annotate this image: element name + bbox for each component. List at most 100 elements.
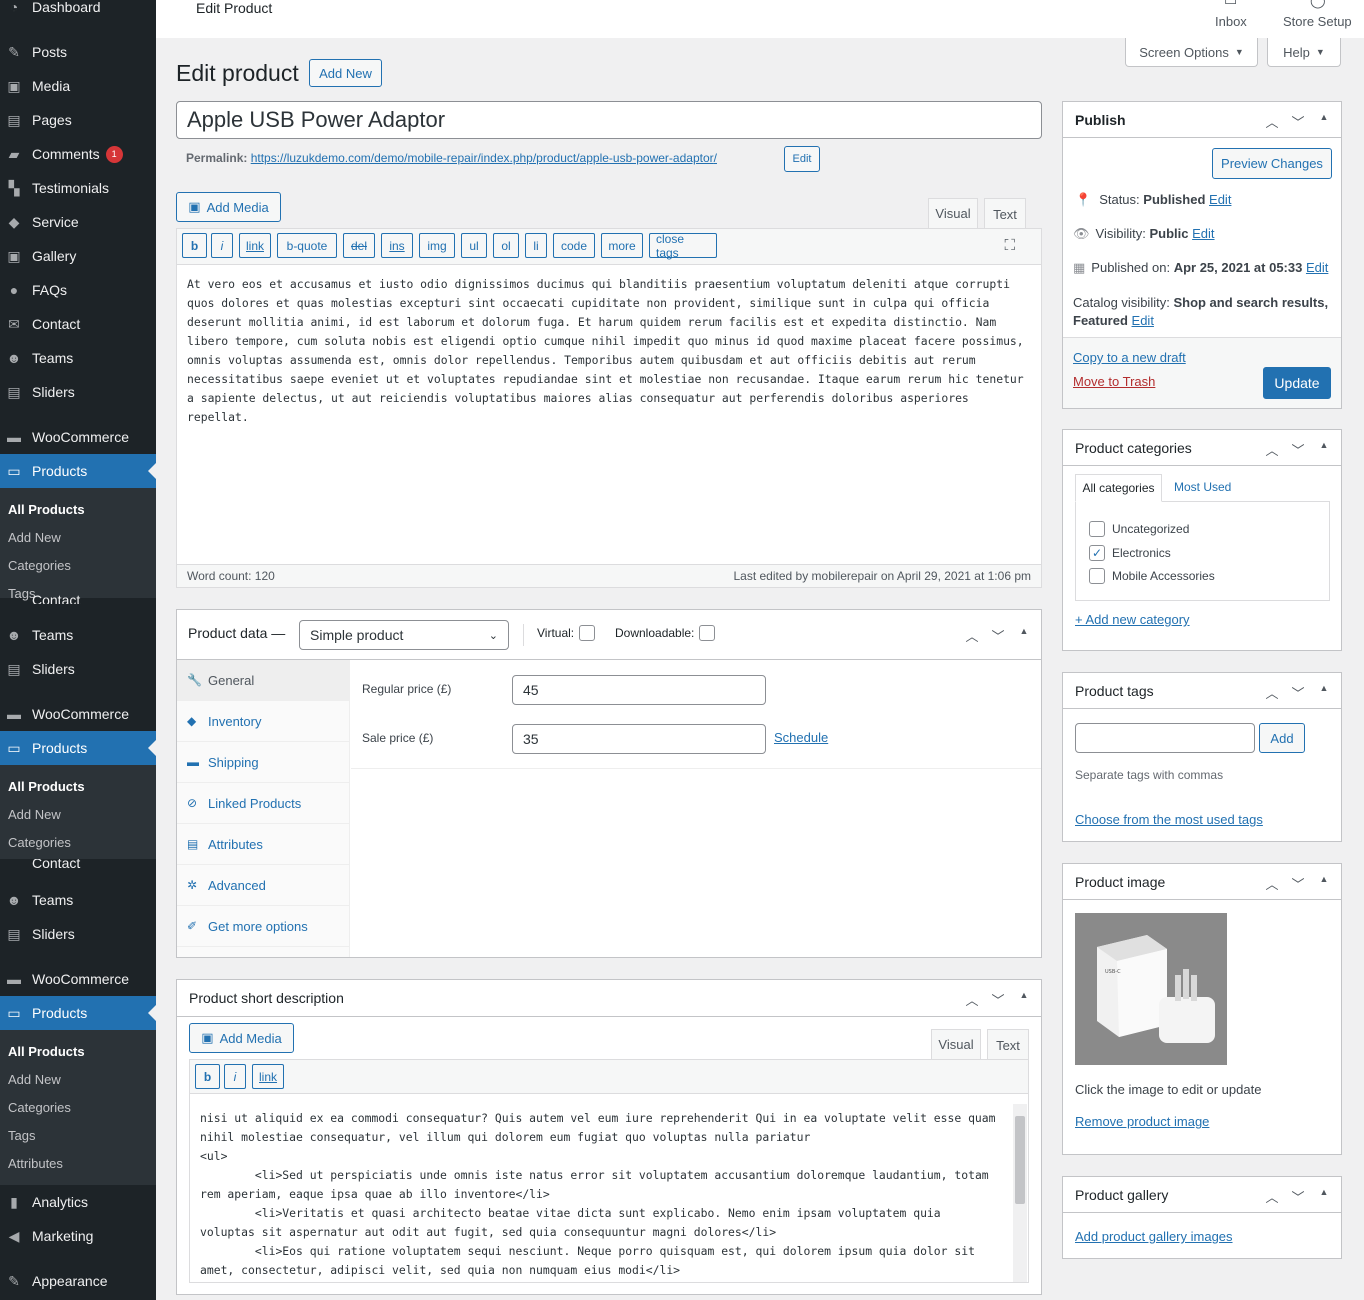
add-new-button[interactable]: Add New (309, 59, 382, 87)
tab-general[interactable]: 🔧 General (177, 660, 349, 701)
qt-code-button[interactable]: code (553, 233, 595, 258)
menu-dashboard[interactable]: ◔ Dashboard (0, 0, 156, 24)
fullscreen-icon[interactable]: ⛶ (1004, 237, 1015, 254)
move-up-icon[interactable]: ︿ (965, 626, 979, 645)
menu-woocommerce[interactable]: ▬ WooCommerce (0, 697, 156, 731)
menu-contact[interactable]: Contact (0, 859, 156, 873)
collapse-icon[interactable]: ▲ (1017, 626, 1031, 645)
status-edit-link[interactable]: Edit (1209, 192, 1231, 207)
tab-all-categories[interactable]: All categories (1075, 474, 1162, 502)
short-description-textarea[interactable]: nisi ut aliquid ex ea commodi consequatu… (200, 1109, 1002, 1282)
content-textarea[interactable]: At vero eos et accusamus et iusto odio d… (187, 275, 1033, 427)
remove-product-image-link[interactable]: Remove product image (1075, 1114, 1209, 1129)
qt-bold-button[interactable]: b (195, 1064, 220, 1089)
move-up-icon[interactable]: ︿ (965, 990, 979, 1009)
menu-analytics[interactable]: ▮ Analytics (0, 1185, 156, 1219)
store-setup-link[interactable]: Store Setup (1283, 14, 1352, 29)
menu-teams[interactable]: ☻ Teams (0, 618, 156, 652)
tab-get-more-options[interactable]: ✐ Get more options (177, 906, 349, 947)
help-button[interactable]: Help ▼ (1267, 38, 1341, 67)
regular-price-input[interactable]: 45 (512, 675, 766, 705)
visibility-edit-link[interactable]: Edit (1192, 226, 1214, 241)
menu-sliders[interactable]: ▤ Sliders (0, 375, 156, 409)
product-title-input[interactable]: Apple USB Power Adaptor (176, 101, 1042, 139)
qt-img-button[interactable]: img (419, 233, 455, 258)
menu-woocommerce[interactable]: ▬ WooCommerce (0, 962, 156, 996)
submenu-tags[interactable]: Tags (8, 1128, 35, 1143)
qt-del-button[interactable]: del (343, 233, 375, 258)
menu-appearance[interactable]: ✎ Appearance (0, 1264, 156, 1298)
menu-sliders[interactable]: ▤ Sliders (0, 652, 156, 686)
move-up-icon[interactable]: ︿ (1265, 112, 1279, 131)
menu-teams[interactable]: ☻ Teams (0, 341, 156, 375)
checkbox-uncategorized[interactable] (1089, 521, 1105, 537)
add-new-category-link[interactable]: + Add new category (1075, 612, 1190, 627)
submenu-add-new[interactable]: Add New (8, 1072, 61, 1087)
permalink-edit-button[interactable]: Edit (784, 146, 820, 172)
store-setup-icon[interactable]: ◯ (1310, 0, 1326, 9)
move-up-icon[interactable]: ︿ (1265, 440, 1279, 459)
qt-ul-button[interactable]: ul (461, 233, 487, 258)
menu-comments[interactable]: ▰ Comments 1 (0, 137, 156, 171)
new-tag-input[interactable] (1075, 723, 1255, 753)
move-up-icon[interactable]: ︿ (1265, 874, 1279, 893)
product-type-select[interactable]: Simple product ⌄ (299, 620, 509, 650)
update-button[interactable]: Update (1263, 367, 1331, 399)
menu-contact[interactable]: ✉ Contact (0, 307, 156, 341)
menu-gallery[interactable]: ▣ Gallery (0, 239, 156, 273)
qt-italic-button[interactable]: i (211, 233, 233, 258)
move-down-icon[interactable]: ﹀ (1291, 874, 1305, 893)
collapse-icon[interactable]: ▲ (1017, 990, 1031, 1009)
menu-service[interactable]: ◆ Service (0, 205, 156, 239)
product-image-thumbnail[interactable]: USB-C (1075, 913, 1227, 1065)
sale-price-input[interactable]: 35 (512, 724, 766, 754)
downloadable-checkbox[interactable] (699, 625, 715, 641)
submenu-categories[interactable]: Categories (8, 558, 71, 573)
collapse-icon[interactable]: ▲ (1317, 112, 1331, 131)
menu-sliders[interactable]: ▤ Sliders (0, 917, 156, 951)
menu-faqs[interactable]: ● FAQs (0, 273, 156, 307)
qt-bold-button[interactable]: b (182, 233, 207, 258)
qt-italic-button[interactable]: i (224, 1064, 246, 1089)
virtual-checkbox[interactable] (579, 625, 595, 641)
menu-testimonials[interactable]: ▚ Testimonials (0, 171, 156, 205)
collapse-icon[interactable]: ▲ (1317, 874, 1331, 893)
screen-options-button[interactable]: Screen Options ▼ (1125, 38, 1258, 67)
schedule-link[interactable]: Schedule (774, 730, 828, 745)
catalog-edit-link[interactable]: Edit (1132, 313, 1154, 328)
submenu-all-products[interactable]: All Products (8, 1044, 85, 1059)
qt-li-button[interactable]: li (525, 233, 547, 258)
submenu-add-new[interactable]: Add New (8, 530, 61, 545)
tab-inventory[interactable]: ◆ Inventory (177, 701, 349, 742)
collapse-icon[interactable]: ▲ (1317, 440, 1331, 459)
menu-posts[interactable]: ✎ Posts (0, 35, 156, 69)
permalink-link[interactable]: https://luzukdemo.com/demo/mobile-repair… (251, 151, 717, 165)
tab-attributes[interactable]: ▤ Attributes (177, 824, 349, 865)
published-edit-link[interactable]: Edit (1306, 260, 1328, 275)
checkbox-mobile-accessories[interactable] (1089, 568, 1105, 584)
collapse-icon[interactable]: ▲ (1317, 1187, 1331, 1206)
menu-woocommerce[interactable]: ▬ WooCommerce (0, 420, 156, 454)
submenu-categories[interactable]: Categories (8, 835, 71, 850)
menu-marketing[interactable]: ◀ Marketing (0, 1219, 156, 1253)
menu-pages[interactable]: ▤ Pages (0, 103, 156, 137)
short-tab-text[interactable]: Text (987, 1029, 1029, 1060)
menu-contact[interactable]: Contact (0, 584, 156, 604)
move-down-icon[interactable]: ﹀ (1291, 112, 1305, 131)
move-to-trash-link[interactable]: Move to Trash (1073, 374, 1155, 389)
scrollbar-thumb[interactable] (1015, 1116, 1025, 1204)
qt-bquote-button[interactable]: b-quote (277, 233, 337, 258)
qt-more-button[interactable]: more (601, 233, 643, 258)
move-up-icon[interactable]: ︿ (1265, 1187, 1279, 1206)
move-down-icon[interactable]: ﹀ (1291, 1187, 1305, 1206)
move-up-icon[interactable]: ︿ (1265, 683, 1279, 702)
move-down-icon[interactable]: ﹀ (1291, 440, 1305, 459)
tab-shipping[interactable]: ▬ Shipping (177, 742, 349, 783)
menu-products[interactable]: ▭ Products (0, 996, 156, 1030)
copy-draft-link[interactable]: Copy to a new draft (1073, 350, 1186, 365)
qt-ol-button[interactable]: ol (493, 233, 519, 258)
inbox-link[interactable]: Inbox (1215, 14, 1247, 29)
submenu-categories[interactable]: Categories (8, 1100, 71, 1115)
inbox-icon[interactable]: ▭ (1224, 0, 1237, 9)
menu-products[interactable]: ▭ Products (0, 454, 156, 488)
